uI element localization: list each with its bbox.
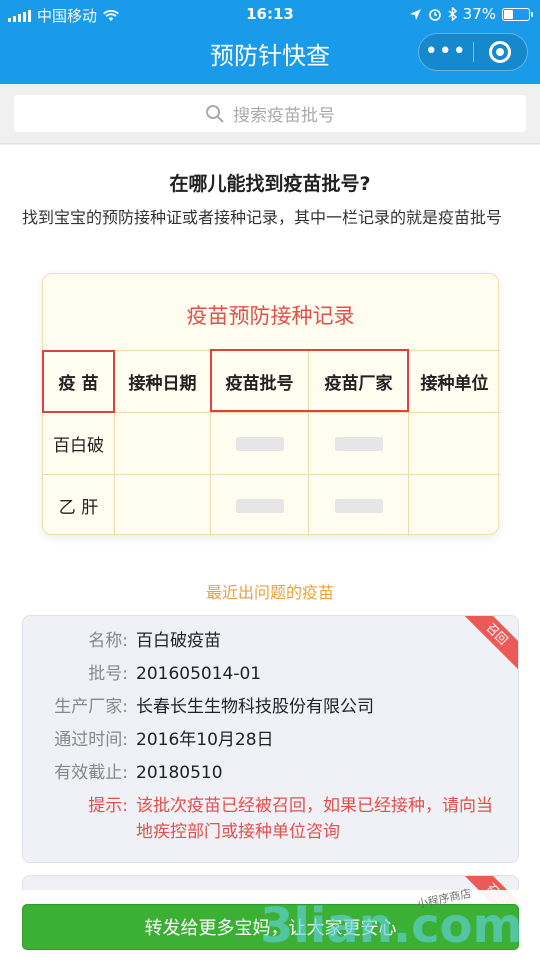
table-cell: [115, 413, 211, 474]
table-cell: [409, 413, 500, 474]
guide-heading: 在哪儿能找到疫苗批号?: [169, 173, 371, 195]
bluetooth-icon: [448, 7, 457, 21]
table-cell: 乙 肝: [43, 475, 115, 536]
search-placeholder: 搜索疫苗批号: [233, 106, 335, 126]
search-icon: [206, 104, 224, 123]
table-cell: [309, 413, 409, 474]
share-button[interactable]: 转发给更多宝妈，让大家更安心: [22, 904, 519, 950]
guide-description: 找到宝宝的预防接种证或者接种记录，其中一栏记录的就是疫苗批号: [22, 208, 503, 227]
blurred-value: [334, 436, 383, 451]
battery-icon: [502, 7, 533, 21]
table-row: 百白破: [43, 412, 500, 474]
blurred-value: [235, 498, 284, 513]
bottom-bar: 转发给更多宝妈，让大家更安心: [0, 890, 540, 960]
main-content: 在哪儿能找到疫苗批号? 找到宝宝的预防接种证或者接种记录，其中一栏记录的就是疫苗…: [0, 145, 540, 960]
table-cell: [409, 475, 500, 536]
close-target-icon[interactable]: [473, 41, 527, 63]
vaccine-card[interactable]: 召回 名称: 百白破疫苗 批号: 201605014-01 生产厂家: 长春长生生物科…: [22, 615, 519, 863]
column-header: 接种单位: [420, 374, 489, 394]
status-bar: 中国移动 16:13 37%: [0, 0, 540, 28]
vaccination-record-sample: 疫苗预防接种记录 疫 苗 接种日期 疫苗批号 疫苗厂家 接种单位 百白破 乙 肝: [42, 273, 500, 536]
table-cell: [115, 475, 211, 536]
blurred-value: [235, 436, 284, 451]
column-header: 疫 苗: [42, 350, 115, 413]
mini-program-capsule: •••: [418, 33, 528, 71]
recent-problem-label: 最近出问题的疫苗: [205, 583, 334, 602]
highlight-box: [42, 350, 115, 413]
search-bar: 搜索疫苗批号: [0, 84, 540, 144]
highlight-box-batch-manufacturer: [210, 349, 409, 412]
battery-percent: 37%: [462, 5, 496, 23]
alarm-icon: [428, 9, 441, 21]
table-cell: [211, 475, 309, 536]
location-icon: [409, 8, 421, 20]
record-title: 疫苗预防接种记录: [186, 304, 355, 328]
top-bar: 中国移动 16:13 37% 预防针快查 •••: [0, 0, 540, 84]
table-cell: [309, 475, 409, 536]
blurred-value: [334, 498, 383, 513]
more-dots-icon[interactable]: •••: [419, 41, 473, 63]
search-input[interactable]: 搜索疫苗批号: [14, 95, 526, 132]
column-header: 接种日期: [115, 351, 211, 412]
table-cell: [211, 413, 309, 474]
table-row: 乙 肝: [43, 474, 500, 536]
table-cell: 百白破: [43, 413, 115, 474]
